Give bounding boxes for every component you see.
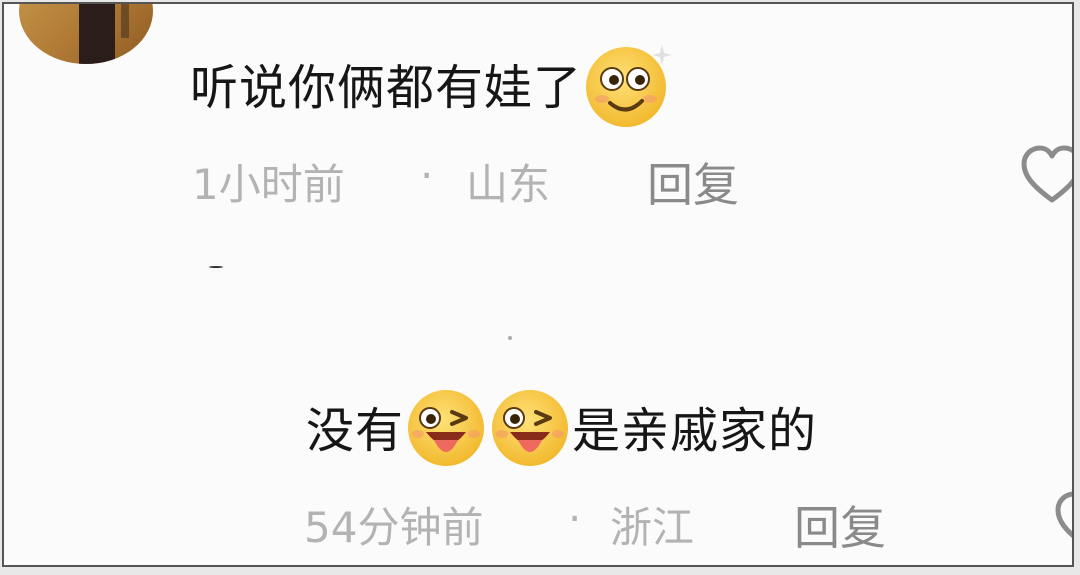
meta-separator: ·: [420, 151, 434, 200]
artifact-speck: [508, 336, 512, 340]
artifact-speck: [209, 266, 223, 268]
reply-button[interactable]: 回复: [794, 492, 886, 558]
reply-time: 54分钟前: [304, 503, 484, 552]
like-heart-icon[interactable]: [1020, 144, 1072, 210]
like-heart-icon[interactable]: [1054, 490, 1072, 556]
avatar[interactable]: [19, 4, 153, 64]
avatar-background-detail: [121, 4, 129, 38]
reply-body-end: 是亲戚家的: [572, 403, 818, 459]
reply-button[interactable]: 回复: [647, 149, 739, 215]
comment-location: 山东: [466, 160, 551, 209]
comment-thread: 听说你俩都有娃了 1小时前 · 山东 回复 没有 是亲戚家的 54分钟前 · 浙…: [2, 2, 1074, 567]
comment-time: 1小时前: [192, 160, 345, 209]
wink-tongue-emoji-icon: [404, 386, 488, 482]
dizzy-smile-emoji-icon: [582, 39, 674, 143]
comment-text: 听说你俩都有娃了: [190, 39, 674, 143]
wink-tongue-emoji-icon: [488, 386, 572, 482]
meta-separator: ·: [568, 494, 582, 543]
avatar-figure: [79, 4, 115, 64]
reply-location: 浙江: [610, 503, 695, 552]
reply-body-start: 没有: [306, 403, 405, 459]
comment-body: 听说你俩都有娃了: [190, 60, 583, 116]
reply-comment-text: 没有 是亲戚家的: [306, 386, 817, 482]
